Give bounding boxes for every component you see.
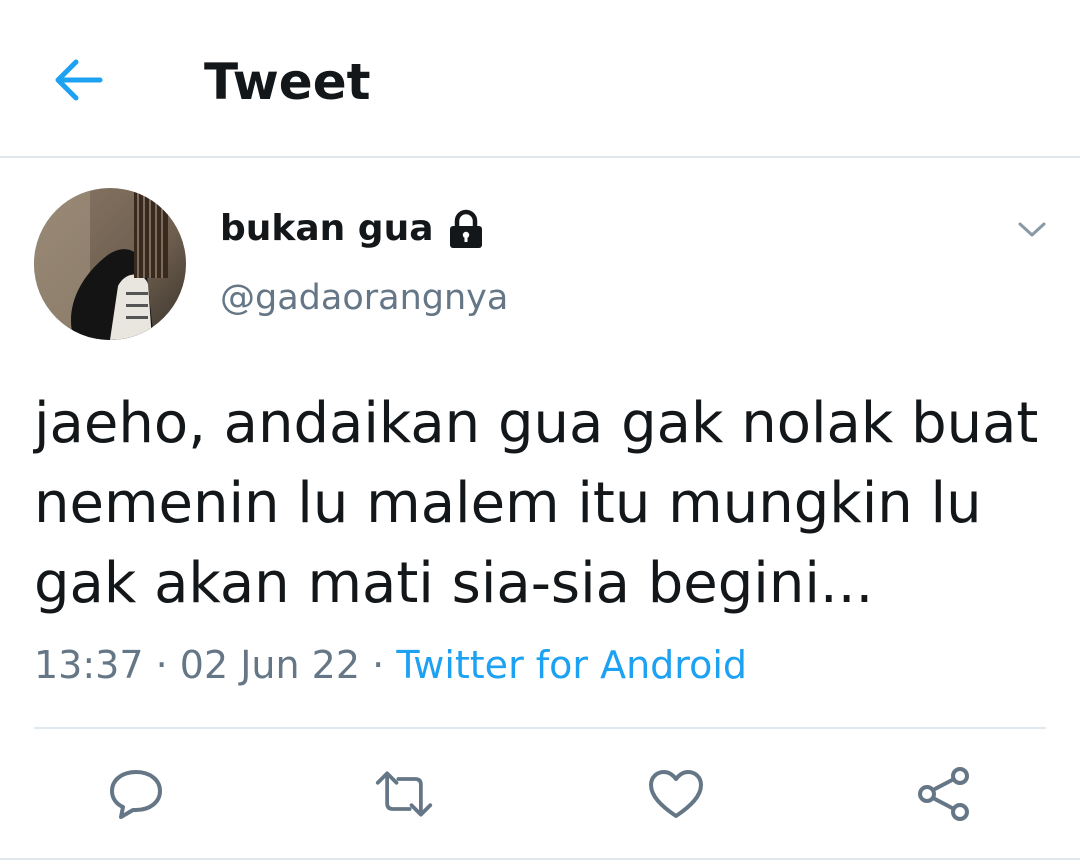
bottom-divider [0,858,1080,860]
retweet-button[interactable] [374,766,434,822]
display-name: bukan gua [220,208,434,249]
more-options-button[interactable] [1008,208,1056,252]
tweet-date: 02 Jun 22 [179,643,361,687]
retweet-icon [375,771,433,817]
meta-separator: · [155,643,168,687]
back-button[interactable] [48,52,108,108]
tweet-time: 13:37 [34,643,144,687]
tweet-text: jaeho, andaikan gua gak nolak buat nemen… [34,391,1039,616]
page-title: Tweet [204,53,371,111]
chevron-down-icon [1018,222,1046,237]
tweet-meta: 13:37 · 02 Jun 22 · Twitter for Android [34,640,747,690]
divider [34,727,1046,729]
reply-button[interactable] [106,766,166,822]
guitar-photo-avatar [34,188,186,340]
share-button[interactable] [914,766,974,822]
user-handle[interactable]: @gadaorangnya [220,278,508,318]
display-name-row[interactable]: bukan gua [220,208,484,249]
meta-separator: · [372,643,385,687]
like-button[interactable] [646,766,706,822]
arrow-left-icon [55,59,103,101]
reply-icon [110,770,162,819]
lock-icon [449,209,482,248]
heart-icon [649,770,703,818]
avatar[interactable] [34,188,186,340]
tweet-source-link[interactable]: Twitter for Android [396,643,747,687]
share-icon [918,767,969,821]
top-bar: Tweet [0,0,1080,158]
